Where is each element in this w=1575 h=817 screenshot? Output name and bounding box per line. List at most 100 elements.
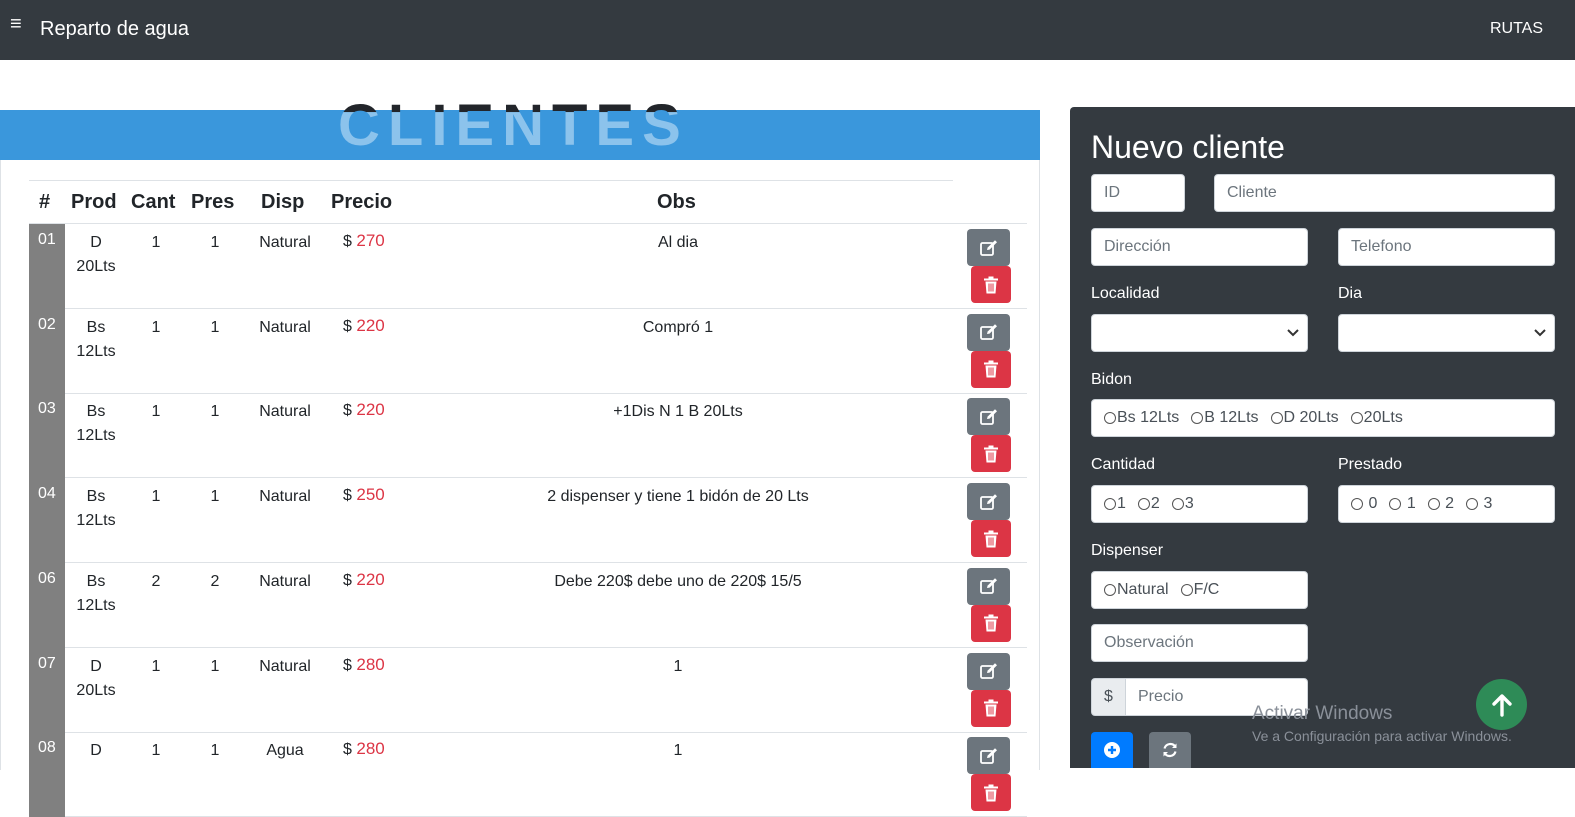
refresh-button[interactable]: [1149, 732, 1191, 768]
delete-button[interactable]: [971, 689, 1011, 727]
bidon-radio-d20[interactable]: D 20Lts: [1270, 409, 1339, 427]
row-precio: $ 280: [343, 739, 385, 759]
cantidad-radio-3[interactable]: 3: [1171, 495, 1194, 513]
delete-button[interactable]: [971, 774, 1011, 812]
row-disp: Natural: [259, 657, 311, 675]
localidad-select[interactable]: [1091, 314, 1308, 352]
currency-addon: $: [1091, 678, 1126, 716]
col-header-precio: Precio: [331, 191, 393, 213]
delete-button[interactable]: [971, 350, 1011, 388]
row-pres: 1: [210, 657, 220, 675]
bidon-radio-b12[interactable]: B 12Lts: [1191, 409, 1259, 427]
telefono-input[interactable]: Telefono: [1338, 228, 1555, 266]
prestado-radio-0[interactable]: 0: [1351, 495, 1377, 513]
edit-button[interactable]: [967, 737, 1010, 775]
prestado-radio-1[interactable]: 1: [1389, 495, 1416, 513]
radio-circle-icon: [1180, 584, 1193, 596]
row-disp: Natural: [259, 488, 311, 506]
row-prod: Bs 12Lts: [76, 403, 116, 445]
trash-icon: [984, 784, 998, 802]
radio-circle-icon: [1351, 498, 1363, 510]
windows-watermark-title: Activar Windows: [1252, 703, 1393, 724]
edit-icon: [979, 578, 997, 595]
row-obs: Compró 1: [642, 318, 714, 336]
edit-icon: [979, 663, 997, 679]
row-prod: D 20Lts: [76, 234, 116, 275]
app-brand[interactable]: Reparto de agua: [40, 18, 189, 41]
row-prod: Bs 12Lts: [76, 318, 116, 360]
delete-button[interactable]: [971, 604, 1011, 642]
clientes-banner: CLIENTES CLIENTES: [0, 93, 1040, 160]
bidon-radio-20[interactable]: 20Lts: [1350, 409, 1403, 427]
bidon-radio-bs12[interactable]: Bs 12Lts: [1104, 409, 1179, 427]
form-title: Nuevo cliente: [1091, 129, 1285, 165]
edit-button[interactable]: [967, 652, 1010, 690]
table-row: 08 D 1 1 Agua $ 280 1: [29, 732, 1027, 817]
row-index: 01: [29, 224, 65, 309]
radio-circle-icon: [1389, 498, 1402, 510]
col-header-disp: Disp: [261, 191, 305, 213]
table-row: 02 Bs 12Lts 1 1 Natural $ 220 Compró 1: [29, 308, 1027, 394]
col-header-index: #: [39, 191, 51, 213]
table-header: # Prod Cant Pres Disp Precio Obs: [29, 188, 1027, 224]
table-row: 07 D 20Lts 1 1 Natural $ 280 1: [29, 647, 1027, 733]
dispenser-radio-fc[interactable]: F/C: [1180, 581, 1219, 599]
bidon-radio-group: Bs 12Lts B 12Lts D 20Lts 20Lts: [1091, 399, 1555, 437]
row-index: 08: [29, 732, 65, 817]
observacion-input[interactable]: Observación: [1091, 624, 1308, 662]
cliente-input[interactable]: Cliente: [1214, 174, 1555, 212]
row-obs: Al dia: [657, 234, 699, 251]
row-cant: 2: [151, 572, 161, 590]
row-cant: 1: [151, 403, 161, 421]
cantidad-radio-1[interactable]: 1: [1104, 495, 1126, 513]
scroll-to-top-button[interactable]: [1476, 679, 1527, 730]
nav-link-rutas[interactable]: RUTAS: [1490, 20, 1543, 38]
edit-button[interactable]: [967, 483, 1010, 521]
row-prod: Bs 12Lts: [76, 572, 116, 614]
dia-select[interactable]: [1338, 314, 1555, 352]
radio-circle-icon: [1104, 412, 1116, 424]
radio-circle-icon: [1171, 498, 1184, 510]
top-navbar: ≡ Reparto de agua RUTAS: [0, 0, 1575, 60]
col-header-obs: Obs: [657, 191, 696, 213]
row-precio: $ 250: [343, 485, 385, 505]
edit-button[interactable]: [967, 567, 1010, 605]
dispenser-radio-natural[interactable]: Natural: [1104, 581, 1169, 599]
radio-circle-icon: [1104, 498, 1116, 510]
trash-icon: [984, 530, 998, 548]
radio-circle-icon: [1466, 498, 1479, 510]
plus-circle-icon: [1104, 742, 1120, 758]
radio-circle-icon: [1191, 412, 1204, 424]
chevron-down-icon: [1534, 329, 1546, 337]
row-disp: Agua: [266, 742, 304, 760]
row-precio: $ 220: [343, 569, 385, 589]
prestado-radio-3[interactable]: 3: [1466, 495, 1492, 513]
delete-button[interactable]: [971, 520, 1011, 558]
row-prod: Bs 12Lts: [76, 488, 116, 530]
cantidad-radio-2[interactable]: 2: [1137, 495, 1160, 513]
row-cant: 1: [151, 234, 161, 251]
prestado-radio-group: 0 1 2 3: [1338, 485, 1555, 523]
delete-button[interactable]: [971, 266, 1011, 303]
direccion-input[interactable]: Dirección: [1091, 228, 1308, 266]
edit-icon: [979, 239, 997, 256]
edit-button[interactable]: [967, 229, 1010, 266]
edit-button[interactable]: [967, 313, 1010, 351]
table-row: 01 D 20Lts 1 1 Natural $ 270 Al dia: [29, 224, 1027, 309]
radio-circle-icon: [1104, 584, 1116, 596]
table-top-divider: [29, 180, 953, 181]
dispenser-label: Dispenser: [1091, 542, 1164, 559]
delete-button[interactable]: [971, 435, 1011, 473]
cantidad-radio-group: 1 2 3: [1091, 485, 1308, 523]
row-pres: 1: [210, 318, 220, 336]
row-cant: 1: [151, 318, 161, 336]
edit-button[interactable]: [967, 398, 1010, 436]
row-disp: Natural: [259, 318, 311, 336]
add-client-button[interactable]: [1091, 732, 1133, 768]
prestado-radio-2[interactable]: 2: [1427, 495, 1454, 513]
id-input[interactable]: ID: [1091, 174, 1185, 212]
row-pres: 1: [210, 234, 220, 251]
hamburger-icon[interactable]: ≡: [10, 14, 22, 34]
row-pres: 2: [210, 572, 220, 590]
col-header-pres: Pres: [191, 191, 235, 213]
